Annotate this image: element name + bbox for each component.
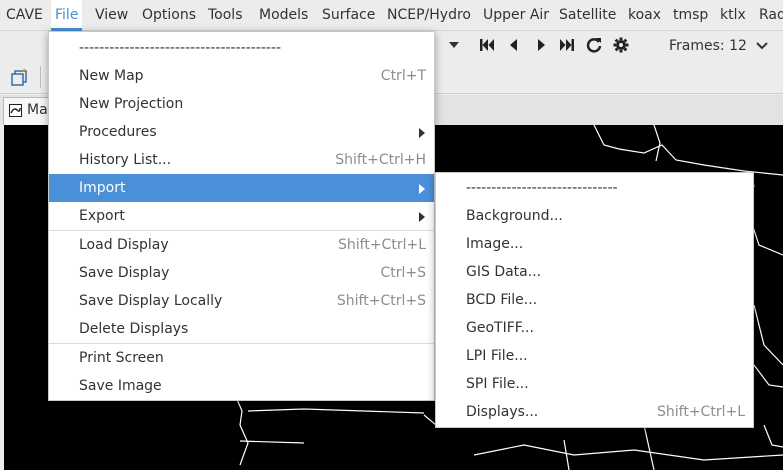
menu-item-label: Save Image: [79, 378, 162, 394]
menu-item-load-display[interactable]: Load Display Shift+Ctrl+L: [49, 231, 434, 259]
menu-item-label: Export: [79, 208, 125, 224]
menu-view[interactable]: View: [91, 0, 132, 31]
menu-item-import[interactable]: Import: [49, 174, 434, 202]
menu-tools[interactable]: Tools: [204, 0, 247, 31]
menu-item-lpi-file[interactable]: LPI File...: [436, 342, 753, 370]
toolbar-divider: [40, 66, 41, 88]
submenu-arrow-icon: [419, 184, 425, 194]
menu-item-label: New Projection: [79, 96, 184, 112]
submenu-arrow-icon: [419, 212, 425, 222]
menu-item-displays[interactable]: Displays... Shift+Ctrl+L: [436, 398, 753, 426]
frames-count[interactable]: Frames: 12: [669, 31, 747, 61]
menu-tmsp[interactable]: tmsp: [669, 0, 712, 31]
dropdown-arrow-icon[interactable]: [445, 36, 463, 54]
step-forward-icon[interactable]: [532, 36, 550, 54]
file-menu: ----------------------------------------…: [48, 31, 435, 401]
menu-satellite[interactable]: Satellite: [555, 0, 620, 31]
loop-icon[interactable]: [585, 36, 603, 54]
menu-bar: CAVE File View Options Tools Models Surf…: [0, 0, 783, 31]
menu-item-label: New Map: [79, 68, 144, 84]
menu-koax[interactable]: koax: [624, 0, 665, 31]
menu-surface[interactable]: Surface: [318, 0, 379, 31]
first-frame-icon[interactable]: [478, 36, 496, 54]
menu-item-save-display[interactable]: Save Display Ctrl+S: [49, 259, 434, 287]
menu-ktlx[interactable]: ktlx: [716, 0, 750, 31]
menu-item-shortcut: Shift+Ctrl+S: [336, 293, 426, 309]
last-frame-icon[interactable]: [558, 36, 576, 54]
menu-upper-air[interactable]: Upper Air: [479, 0, 553, 31]
import-submenu: ------------------------------ Backgroun…: [435, 172, 754, 428]
menu-item-label: GIS Data...: [466, 264, 542, 280]
menu-item-label: Save Display: [79, 265, 170, 281]
menu-item-image[interactable]: Image...: [436, 230, 753, 258]
menu-rad[interactable]: Rad: [755, 0, 783, 31]
menu-options[interactable]: Options: [138, 0, 200, 31]
menu-item-save-image[interactable]: Save Image: [49, 372, 434, 400]
menu-item-label: Displays...: [466, 404, 539, 420]
tearoff-label: ------------------------------: [466, 180, 618, 196]
menu-item-new-map[interactable]: New Map Ctrl+T: [49, 62, 434, 90]
step-back-icon[interactable]: [505, 36, 523, 54]
menu-item-label: Print Screen: [79, 350, 164, 366]
menu-item-geotiff[interactable]: GeoTIFF...: [436, 314, 753, 342]
settings-icon[interactable]: [612, 36, 630, 54]
menu-item-label: Image...: [466, 236, 524, 252]
menu-item-shortcut: Shift+Ctrl+L: [657, 404, 745, 420]
menu-item-gis-data[interactable]: GIS Data...: [436, 258, 753, 286]
import-menu-separator-item[interactable]: ------------------------------: [436, 174, 753, 202]
frames-dropdown-icon[interactable]: [753, 36, 771, 54]
menu-item-history-list[interactable]: History List... Shift+Ctrl+H: [49, 146, 434, 174]
menu-item-bcd-file[interactable]: BCD File...: [436, 286, 753, 314]
submenu-arrow-icon: [419, 128, 425, 138]
menu-item-new-projection[interactable]: New Projection: [49, 90, 434, 118]
menu-item-label: GeoTIFF...: [466, 320, 534, 336]
menu-item-save-display-locally[interactable]: Save Display Locally Shift+Ctrl+S: [49, 287, 434, 315]
menu-item-print-screen[interactable]: Print Screen: [49, 344, 434, 372]
menu-item-export[interactable]: Export: [49, 202, 434, 230]
menu-item-delete-displays[interactable]: Delete Displays: [49, 315, 434, 343]
menu-ncep-hydro[interactable]: NCEP/Hydro: [383, 0, 475, 31]
menu-file[interactable]: File: [51, 0, 83, 31]
menu-item-label: History List...: [79, 152, 172, 168]
menu-item-label: Procedures: [79, 124, 157, 140]
menu-item-label: Import: [79, 180, 126, 196]
menu-item-label: SPI File...: [466, 376, 529, 392]
tearoff-label: ----------------------------------------: [79, 40, 282, 56]
menu-item-spi-file[interactable]: SPI File...: [436, 370, 753, 398]
menu-item-label: Save Display Locally: [79, 293, 223, 309]
menu-item-shortcut: Shift+Ctrl+H: [335, 152, 426, 168]
menu-item-label: BCD File...: [466, 292, 538, 308]
menu-item-procedures[interactable]: Procedures: [49, 118, 434, 146]
menu-models[interactable]: Models: [255, 0, 312, 31]
menu-item-label: LPI File...: [466, 348, 528, 364]
file-menu-separator-item[interactable]: ----------------------------------------: [49, 34, 434, 62]
menu-item-shortcut: Ctrl+S: [380, 265, 426, 281]
menu-item-label: Delete Displays: [79, 321, 189, 337]
menu-item-background[interactable]: Background...: [436, 202, 753, 230]
menu-item-label: Background...: [466, 208, 563, 224]
menu-cave[interactable]: CAVE: [2, 0, 47, 31]
menu-item-label: Load Display: [79, 237, 169, 253]
add-layer-icon[interactable]: [10, 69, 28, 87]
map-editor-icon: [9, 104, 22, 117]
menu-item-shortcut: Shift+Ctrl+L: [338, 237, 426, 253]
menu-item-shortcut: Ctrl+T: [380, 68, 426, 84]
